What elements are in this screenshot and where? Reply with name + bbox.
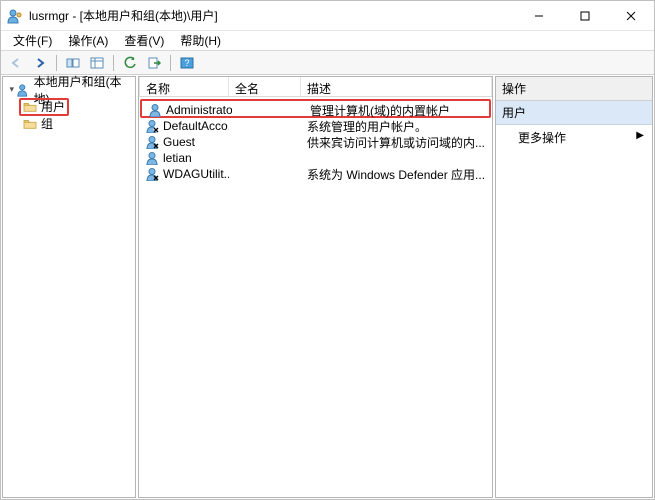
col-fullname[interactable]: 全名 — [229, 77, 301, 96]
actions-pane: 操作 用户 更多操作 ▶ — [495, 76, 653, 498]
table-row[interactable]: Guest 供来宾访问计算机或访问域的内... — [139, 134, 492, 150]
menu-bar: 文件(F) 操作(A) 查看(V) 帮助(H) — [1, 31, 654, 51]
chevron-right-icon: ▶ — [636, 130, 644, 141]
user-disabled-icon — [145, 135, 159, 149]
folder-icon — [23, 101, 37, 113]
help-button[interactable]: ? — [176, 53, 198, 73]
col-name[interactable]: 名称 — [139, 77, 229, 96]
tree-pane: ▾ 本地用户和组(本地) 用户 组 — [2, 76, 136, 498]
menu-action[interactable]: 操作(A) — [60, 30, 116, 51]
toolbar-sep — [56, 55, 57, 71]
tree-root[interactable]: ▾ 本地用户和组(本地) — [5, 81, 133, 98]
list-body: Administrator 管理计算机(域)的内置帐户 DefaultAcco.… — [139, 97, 492, 497]
highlight-users: 用户 — [19, 98, 69, 116]
nav-forward-button[interactable] — [29, 53, 51, 73]
cell-name: DefaultAcco... — [163, 119, 229, 133]
title-bar: lusrmgr - [本地用户和组(本地)\用户] — [1, 1, 654, 31]
folder-icon — [23, 118, 37, 130]
tree-users[interactable]: 用户 — [5, 98, 133, 115]
menu-help[interactable]: 帮助(H) — [172, 30, 229, 51]
highlight-admin-row: Administrator 管理计算机(域)的内置帐户 — [140, 99, 491, 118]
actions-more-button[interactable]: 更多操作 ▶ — [496, 125, 652, 150]
list-header: 名称 全名 描述 — [139, 77, 492, 97]
show-console-tree-button[interactable] — [62, 53, 84, 73]
user-icon — [148, 103, 162, 117]
cell-desc: 系统管理的用户帐户。 — [307, 118, 427, 135]
tree-groups[interactable]: 组 — [5, 115, 133, 132]
toolbar-sep-2 — [113, 55, 114, 71]
actions-more-label: 更多操作 — [518, 131, 566, 145]
table-row[interactable]: DefaultAcco... 系统管理的用户帐户。 — [139, 118, 492, 134]
menu-file[interactable]: 文件(F) — [5, 30, 60, 51]
export-list-button[interactable] — [143, 53, 165, 73]
actions-section-user[interactable]: 用户 — [496, 101, 652, 125]
cell-desc: 管理计算机(域)的内置帐户 — [310, 102, 450, 119]
minimize-button[interactable] — [516, 1, 562, 30]
table-row[interactable]: letian — [139, 150, 492, 166]
tree-groups-label: 组 — [41, 115, 53, 132]
tree-users-label: 用户 — [41, 98, 65, 115]
cell-name: WDAGUtilit... — [163, 167, 229, 181]
content-area: ▾ 本地用户和组(本地) 用户 组 — [1, 75, 654, 499]
cell-name: Guest — [163, 135, 195, 149]
toolbar-sep-3 — [170, 55, 171, 71]
show-details-button[interactable] — [86, 53, 108, 73]
nav-back-button[interactable] — [5, 53, 27, 73]
user-disabled-icon — [145, 167, 159, 181]
toolbar: ? — [1, 51, 654, 75]
menu-view[interactable]: 查看(V) — [116, 30, 172, 51]
users-groups-icon — [17, 83, 31, 97]
svg-text:?: ? — [184, 58, 189, 68]
close-button[interactable] — [608, 1, 654, 30]
app-icon — [7, 8, 23, 24]
window-title: lusrmgr - [本地用户和组(本地)\用户] — [29, 7, 516, 24]
app-window: lusrmgr - [本地用户和组(本地)\用户] 文件(F) 操作(A) 查看… — [0, 0, 655, 500]
refresh-button[interactable] — [119, 53, 141, 73]
maximize-button[interactable] — [562, 1, 608, 30]
user-disabled-icon — [145, 119, 159, 133]
table-row[interactable]: WDAGUtilit... 系统为 Windows Defender 应用... — [139, 166, 492, 182]
cell-name: Administrator — [166, 103, 232, 117]
expand-caret-icon: ▾ — [7, 84, 17, 95]
cell-desc: 供来宾访问计算机或访问域的内... — [307, 134, 485, 151]
cell-desc: 系统为 Windows Defender 应用... — [307, 166, 485, 183]
actions-header: 操作 — [496, 77, 652, 101]
list-pane: 名称 全名 描述 Administrator 管理计算机(域)的内置帐户 — [138, 76, 493, 498]
col-desc[interactable]: 描述 — [301, 77, 492, 96]
table-row[interactable]: Administrator 管理计算机(域)的内置帐户 — [142, 102, 489, 118]
user-icon — [145, 151, 159, 165]
cell-name: letian — [163, 151, 192, 165]
